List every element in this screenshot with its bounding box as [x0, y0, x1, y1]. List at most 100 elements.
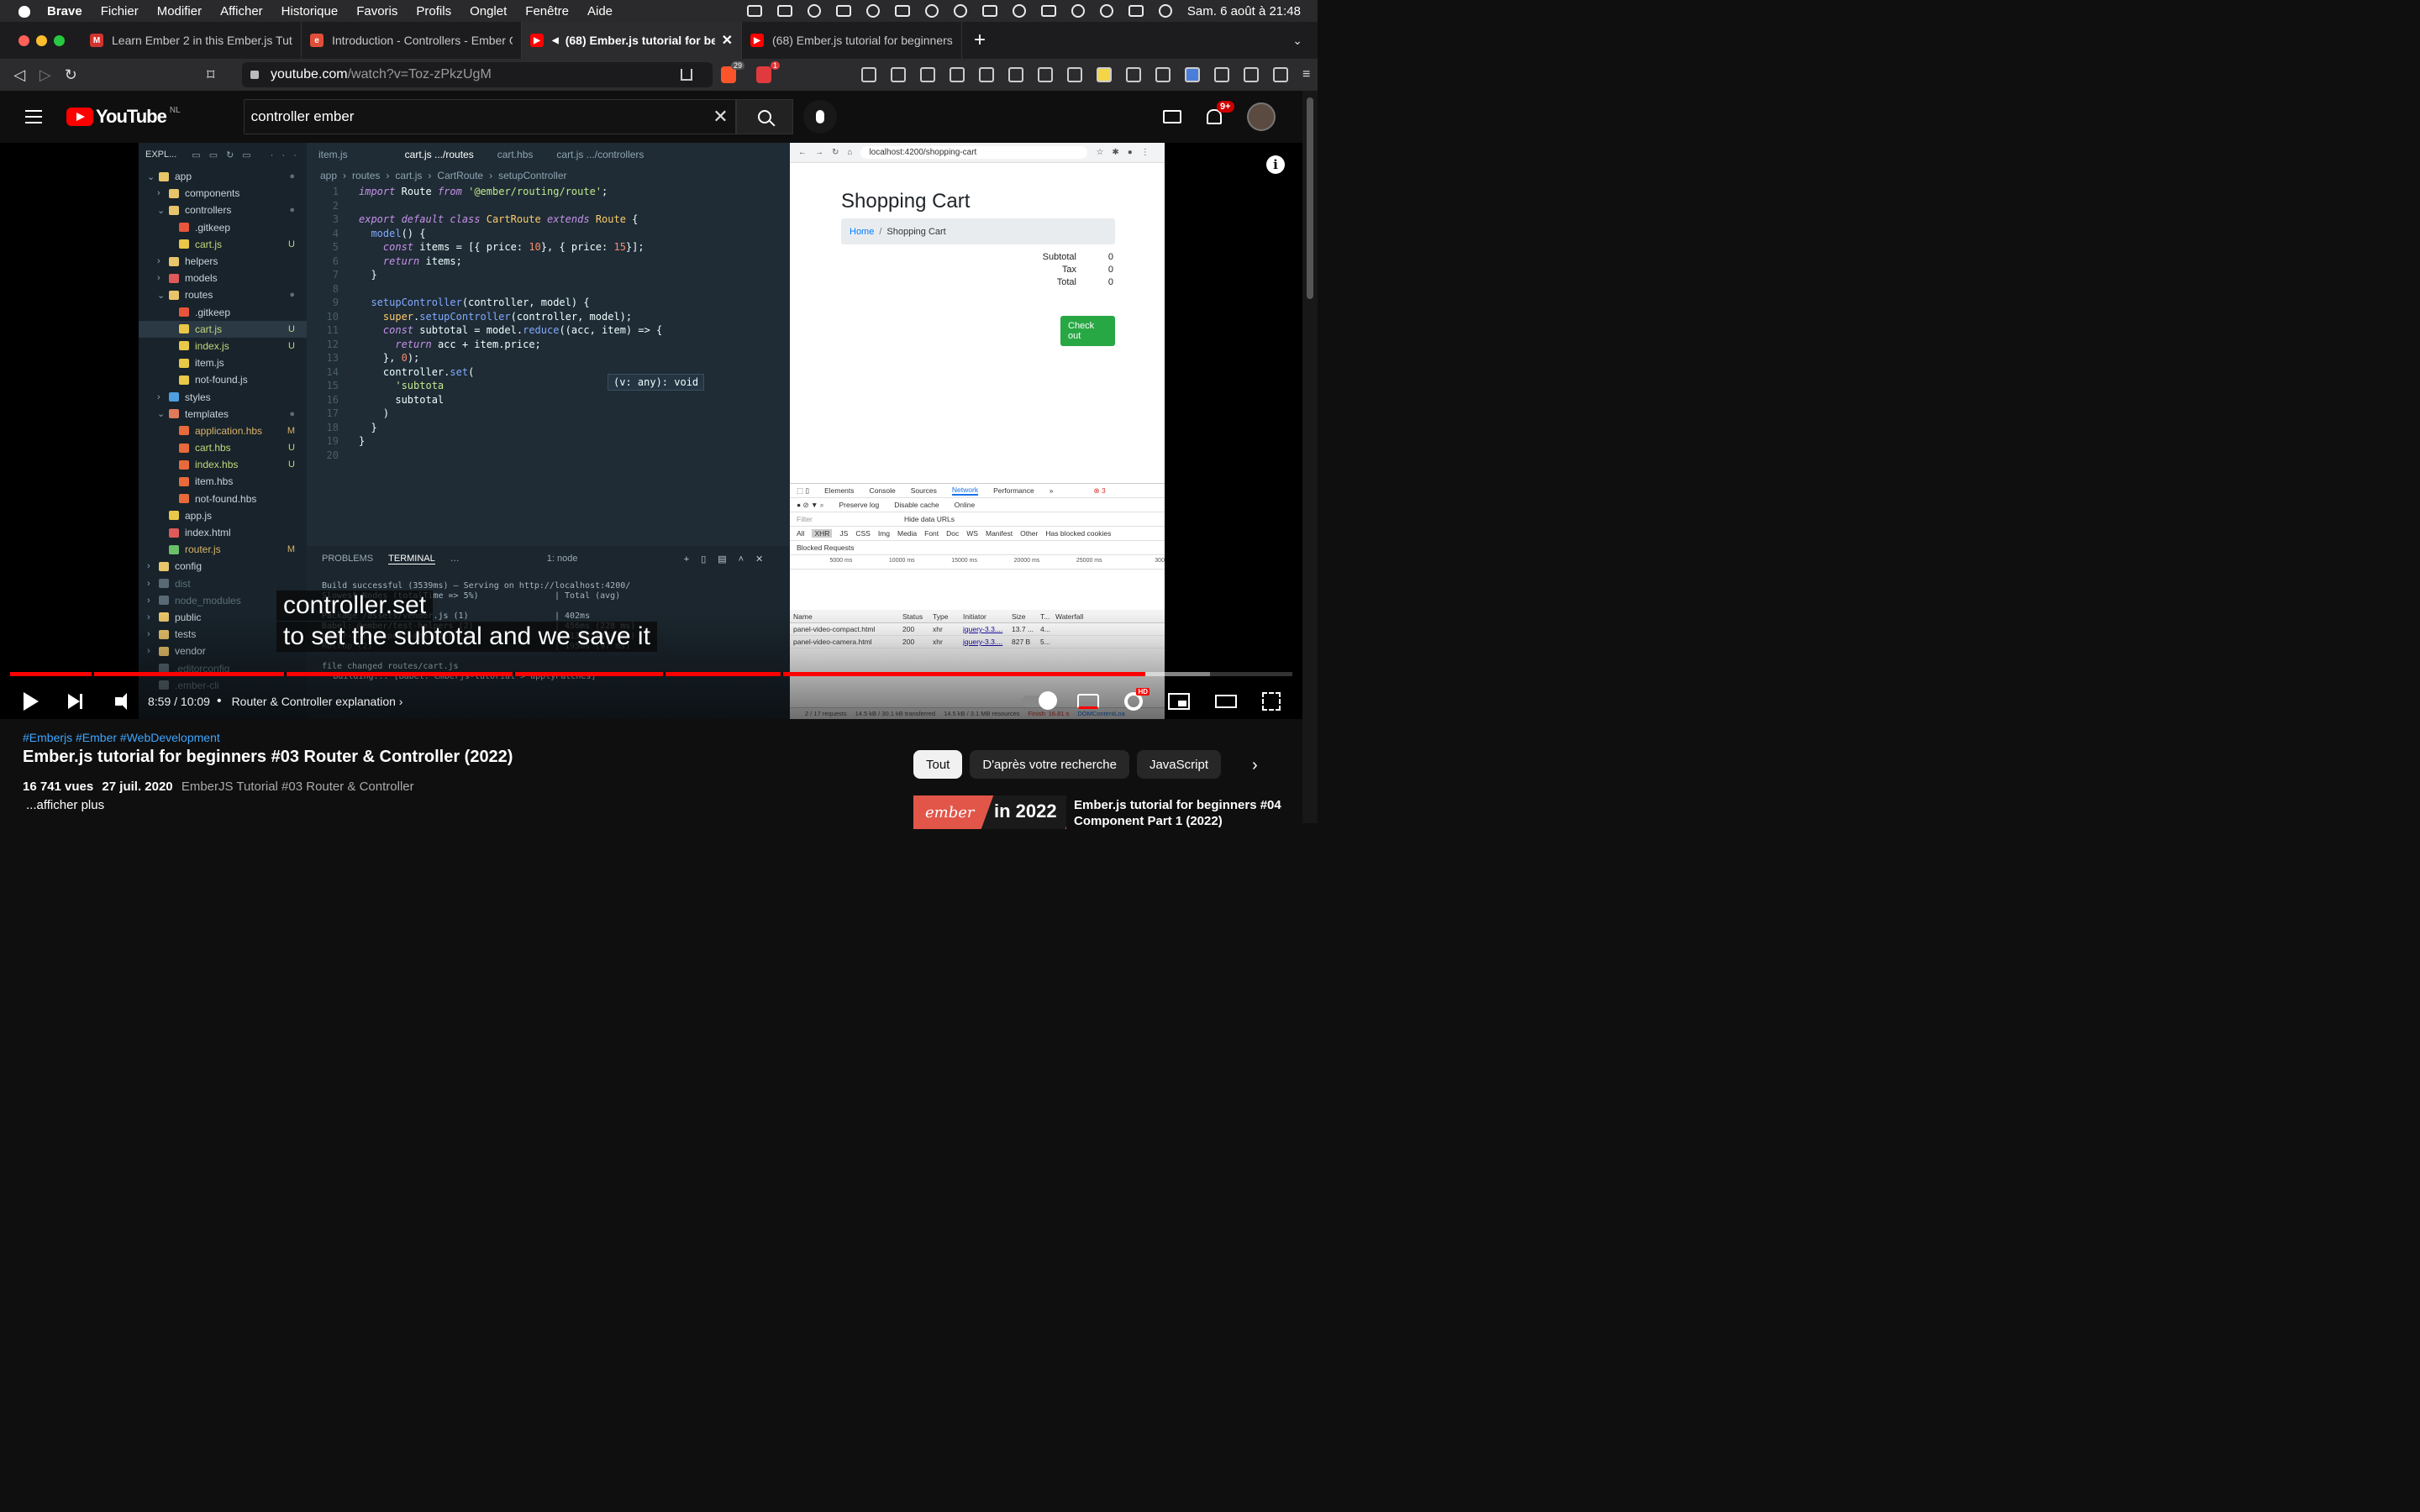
- forward-icon[interactable]: ▷: [33, 66, 59, 84]
- autoplay-toggle[interactable]: [1022, 691, 1057, 710]
- menu-modifier[interactable]: Modifier: [157, 4, 202, 18]
- status-app-icon[interactable]: [746, 5, 762, 17]
- menu-favoris[interactable]: Favoris: [356, 4, 397, 18]
- video-meta[interactable]: 16 741 vues 27 juil. 2020 EmberJS Tutori…: [23, 780, 414, 794]
- fullscreen-icon[interactable]: [1262, 692, 1281, 711]
- recommended-title[interactable]: Ember.js tutorial for beginners #04 Comp…: [1074, 797, 1292, 829]
- theater-mode-icon[interactable]: [1215, 695, 1237, 708]
- reload-icon[interactable]: ↻: [58, 66, 84, 84]
- apple-icon[interactable]: [17, 3, 32, 18]
- info-icon[interactable]: i: [1266, 155, 1285, 174]
- wallet-icon[interactable]: [1272, 67, 1288, 82]
- window-extension-icon[interactable]: [919, 67, 935, 82]
- browser-tab[interactable]: ▶ ◀ (68) Ember.js tutorial for beg ✕: [522, 22, 742, 59]
- code-text: controller.set(: [382, 365, 475, 378]
- menu-fichier[interactable]: Fichier: [101, 4, 139, 18]
- tab-title: Introduction - Controllers - Ember G: [332, 34, 513, 47]
- rocket-extension-icon[interactable]: [978, 67, 994, 82]
- braces-extension-icon[interactable]: [1007, 67, 1023, 82]
- bookmark-icon[interactable]: ⌑: [198, 66, 224, 84]
- cloud-extension-icon[interactable]: [860, 67, 876, 82]
- close-tab-icon[interactable]: ✕: [722, 32, 733, 49]
- chip-all[interactable]: Tout: [913, 750, 963, 779]
- new-tab-button[interactable]: +: [974, 29, 986, 52]
- hashtags[interactable]: #Emberjs #Ember #WebDevelopment: [23, 731, 220, 744]
- clipboard-icon[interactable]: [835, 5, 851, 17]
- menu-aide[interactable]: Aide: [587, 4, 613, 18]
- minimize-window-button[interactable]: [36, 34, 47, 46]
- chevron-right-icon[interactable]: ›: [1252, 756, 1258, 775]
- progress-bar[interactable]: [10, 672, 1292, 676]
- play-button[interactable]: [18, 689, 44, 714]
- tab-list-chevron-icon[interactable]: ⌄: [1292, 34, 1302, 48]
- zoom-window-button[interactable]: [54, 34, 65, 46]
- airplay-icon[interactable]: [807, 4, 821, 18]
- search-button[interactable]: [735, 99, 793, 134]
- menu-app-name[interactable]: Brave: [47, 4, 82, 18]
- menubar-clock[interactable]: Sam. 6 août à 21:48: [1187, 4, 1301, 18]
- chip-from-search[interactable]: D'après votre recherche: [970, 750, 1129, 779]
- clear-search-icon[interactable]: ✕: [713, 106, 728, 128]
- translate-extension-icon[interactable]: [1184, 67, 1200, 82]
- voice-search-button[interactable]: [802, 100, 837, 134]
- recommended-thumbnail[interactable]: ember in 2022: [913, 795, 1066, 829]
- video-player[interactable]: EXPL... ▭▭↻▭ ··· ⌄ app ● › components ⌄ control…: [0, 143, 1302, 719]
- subtitles-icon[interactable]: [1077, 694, 1099, 709]
- menu-afficher[interactable]: Afficher: [220, 4, 263, 18]
- youtube-logo[interactable]: YouTube NL: [66, 106, 181, 128]
- br-extension-icon[interactable]: [1125, 67, 1141, 82]
- chevron-icon: ⌄: [157, 409, 166, 420]
- browser-tab[interactable]: e Introduction - Controllers - Ember G: [302, 22, 522, 59]
- menu-icon[interactable]: ≡: [1302, 67, 1318, 82]
- brave-shields-icon[interactable]: 29: [721, 61, 745, 83]
- keyboard-icon[interactable]: [894, 5, 910, 17]
- mute-button[interactable]: [106, 689, 131, 714]
- create-video-icon[interactable]: [1163, 110, 1181, 123]
- reader-extension-icon[interactable]: [1155, 67, 1171, 82]
- bluetooth-icon[interactable]: [953, 4, 967, 18]
- chevron-icon: ›: [147, 578, 150, 589]
- install-icon[interactable]: [681, 69, 693, 81]
- formula-extension-icon[interactable]: [1037, 67, 1053, 82]
- menu-onglet[interactable]: Onglet: [470, 4, 507, 18]
- browser-tab[interactable]: ▶ (68) Ember.js tutorial for beginners: [742, 22, 962, 59]
- play-status-icon[interactable]: [1012, 4, 1026, 18]
- scrollbar-thumb[interactable]: [1307, 97, 1313, 299]
- speaker-icon[interactable]: ◀: [552, 36, 559, 45]
- control-center-icon[interactable]: [1128, 5, 1144, 17]
- playlist-icon[interactable]: [1243, 67, 1259, 82]
- miniplayer-icon[interactable]: [1168, 693, 1190, 710]
- back-icon[interactable]: ◁: [7, 66, 33, 84]
- address-bar[interactable]: youtube.com/watch?v=Toz-zPkzUgM: [242, 62, 713, 87]
- avatar[interactable]: [1247, 102, 1276, 131]
- browser-tab[interactable]: M Learn Ember 2 in this Ember.js Tuto: [82, 22, 302, 59]
- stats-extension-icon[interactable]: [890, 67, 906, 82]
- dictionary-extension-icon[interactable]: [1096, 67, 1112, 82]
- volume-icon[interactable]: [981, 5, 997, 17]
- settings-gear-icon[interactable]: HD: [1124, 688, 1150, 711]
- menu-fenetre[interactable]: Fenêtre: [525, 4, 569, 18]
- battery-icon[interactable]: [1040, 5, 1056, 17]
- spotlight-icon[interactable]: [1099, 4, 1113, 18]
- chapter-title[interactable]: Router & Controller explanation ›: [232, 695, 403, 708]
- page-scrollbar[interactable]: [1302, 91, 1318, 823]
- notification-icon[interactable]: [776, 5, 792, 17]
- time-machine-icon[interactable]: [924, 4, 939, 18]
- show-more-link[interactable]: ...afficher plus: [26, 798, 104, 812]
- wifi-icon[interactable]: [1071, 4, 1085, 18]
- brave-rewards-icon[interactable]: 1: [756, 61, 780, 83]
- puzzle-extensions-icon[interactable]: [1213, 67, 1229, 82]
- search-input[interactable]: controller ember ✕: [243, 99, 736, 134]
- markdown-extension-icon[interactable]: [1066, 67, 1082, 82]
- lock-icon[interactable]: [250, 71, 259, 79]
- chip-javascript[interactable]: JavaScript: [1136, 750, 1221, 779]
- siri-icon[interactable]: [1158, 4, 1172, 18]
- menu-profils[interactable]: Profils: [416, 4, 451, 18]
- ember-inspector-icon[interactable]: [949, 67, 965, 82]
- close-window-button[interactable]: [18, 34, 29, 46]
- fork-icon[interactable]: [865, 4, 880, 18]
- next-button[interactable]: [62, 689, 87, 714]
- notifications-bell-icon[interactable]: 9+: [1207, 101, 1234, 124]
- guide-menu-icon[interactable]: [25, 110, 42, 123]
- menu-historique[interactable]: Historique: [281, 4, 339, 18]
